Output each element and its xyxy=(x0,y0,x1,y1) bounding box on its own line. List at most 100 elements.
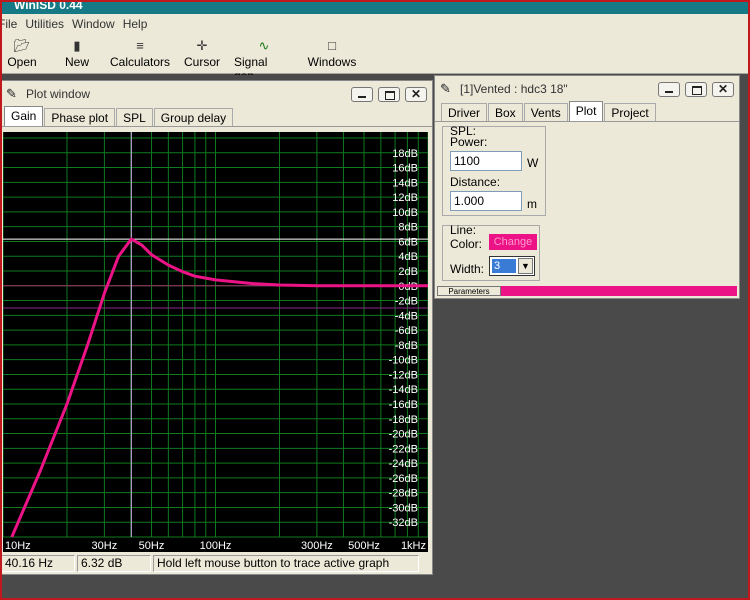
x-tick-label: 100Hz xyxy=(200,540,232,552)
power-label: Power: xyxy=(450,135,488,149)
plot-window: ✎ Plot window ✕ Gain Phase plot SPL Grou… xyxy=(0,80,433,575)
crosshair-cursor-icon: ✛ xyxy=(196,38,208,53)
y-tick-label: -20dB xyxy=(389,429,418,441)
status-gain: 6.32 dB xyxy=(77,554,151,572)
y-tick-label: -26dB xyxy=(389,473,418,485)
open-button-label: Open xyxy=(7,55,37,69)
width-select-value: 3 xyxy=(492,259,516,273)
x-tick-label: 10Hz xyxy=(5,540,31,552)
windows-button[interactable]: □ Windows xyxy=(306,38,358,72)
parameters-bar: Parameters xyxy=(437,286,737,296)
line-group-label: Line: xyxy=(450,223,477,237)
distance-label: Distance: xyxy=(450,175,501,189)
y-tick-label: 16dB xyxy=(392,163,418,175)
tab-phase-plot[interactable]: Phase plot xyxy=(44,108,116,126)
status-frequency: 40.16 Hz xyxy=(1,554,75,572)
power-unit: W xyxy=(527,156,539,170)
menu-utilities[interactable]: Utilities xyxy=(25,17,72,31)
y-tick-label: 8dB xyxy=(398,222,418,234)
distance-input[interactable]: 1.000 xyxy=(450,191,522,211)
open-folder-icon: 📂︎ xyxy=(13,38,31,53)
tab-gain[interactable]: Gain xyxy=(4,106,44,126)
close-button[interactable]: ✕ xyxy=(712,81,734,97)
minimize-button[interactable] xyxy=(351,86,373,102)
y-tick-label: -24dB xyxy=(389,458,418,470)
y-tick-label: -16dB xyxy=(389,399,418,411)
maximize-button[interactable] xyxy=(685,81,707,97)
menu-bar: File Utilities Window Help xyxy=(0,14,750,34)
y-tick-label: 12dB xyxy=(392,192,418,204)
y-tick-label: 18dB xyxy=(392,148,418,160)
y-tick-label: 10dB xyxy=(392,207,418,219)
project-window-title: [1]Vented : hdc3 18" xyxy=(460,82,568,96)
y-tick-label: -6dB xyxy=(395,325,418,337)
minimize-button[interactable] xyxy=(658,81,680,97)
calculator-icon: ≡ xyxy=(136,38,144,53)
menu-file[interactable]: File xyxy=(0,17,25,31)
y-tick-label: 2dB xyxy=(398,266,418,278)
x-tick-label: 300Hz xyxy=(301,540,333,552)
project-window-titlebar[interactable]: ✎ [1]Vented : hdc3 18" ✕ xyxy=(435,76,739,102)
window-icon: □ xyxy=(328,38,336,53)
color-label: Color: xyxy=(450,237,483,251)
calculators-button[interactable]: ≡ Calculators xyxy=(110,38,170,72)
tab-box[interactable]: Box xyxy=(488,103,523,121)
parameters-label: Parameters xyxy=(437,286,501,296)
tab-project[interactable]: Project xyxy=(604,103,656,121)
wrench-icon: ✎ xyxy=(6,86,17,101)
close-button[interactable]: ✕ xyxy=(405,86,427,102)
y-tick-label: -10dB xyxy=(389,355,418,367)
plot-statusbar: 40.16 Hz 6.32 dB Hold left mouse button … xyxy=(1,552,432,574)
y-tick-label: -22dB xyxy=(389,443,418,455)
y-tick-label: -14dB xyxy=(389,384,418,396)
tab-spl[interactable]: SPL xyxy=(116,108,153,126)
calculators-button-label: Calculators xyxy=(109,55,171,69)
y-tick-label: -28dB xyxy=(389,488,418,500)
tab-vents[interactable]: Vents xyxy=(523,103,568,121)
power-input[interactable]: 1100 xyxy=(450,151,522,171)
x-tick-label: 30Hz xyxy=(92,540,118,552)
windows-button-label: Windows xyxy=(307,55,357,69)
wrench-icon: ✎ xyxy=(440,81,451,96)
y-tick-label: -32dB xyxy=(389,517,418,529)
new-button-label: New xyxy=(64,55,89,69)
y-tick-label: -18dB xyxy=(389,414,418,426)
maximize-button[interactable] xyxy=(378,86,400,102)
gain-plot[interactable]: 18dB16dB14dB12dB10dB8dB6dB4dB2dB0dB-2dB-… xyxy=(3,132,428,552)
project-tabs: Driver Box Vents Plot Project xyxy=(435,101,739,122)
menu-help[interactable]: Help xyxy=(123,17,156,31)
tab-driver[interactable]: Driver xyxy=(441,103,487,121)
plot-tabs: Gain Phase plot SPL Group delay xyxy=(1,106,432,127)
plot-window-title: Plot window xyxy=(26,87,91,101)
new-document-icon: ▮ xyxy=(73,38,81,53)
x-tick-label: 500Hz xyxy=(348,540,380,552)
y-tick-label: -4dB xyxy=(395,310,418,322)
open-button[interactable]: 📂︎ Open xyxy=(0,38,44,72)
mdi-workspace: ✎ Plot window ✕ Gain Phase plot SPL Grou… xyxy=(0,75,750,600)
plot-window-titlebar[interactable]: ✎ Plot window ✕ xyxy=(1,81,432,107)
y-tick-label: -2dB xyxy=(395,296,418,308)
cursor-button-label: Cursor xyxy=(183,55,220,69)
signal-gen-button[interactable]: ∿ Signal gen. xyxy=(234,38,294,83)
sine-wave-icon: ∿ xyxy=(258,38,270,53)
project-window: ✎ [1]Vented : hdc3 18" ✕ Driver Box Vent… xyxy=(434,75,740,299)
spl-group: SPL: Power: 1100 W Distance: 1.000 m xyxy=(442,124,546,216)
y-tick-label: -12dB xyxy=(389,369,418,381)
app-titlebar: WinISD 0.44 xyxy=(0,0,750,14)
y-tick-label: -30dB xyxy=(389,502,418,514)
new-button[interactable]: ▮ New xyxy=(56,38,98,72)
change-color-button[interactable]: Change xyxy=(489,234,537,250)
y-tick-label: 6dB xyxy=(398,236,418,248)
tab-group-delay[interactable]: Group delay xyxy=(153,108,234,126)
main-toolbar: 📂︎ Open ▮ New ≡ Calculators ✛ Cursor ∿ S… xyxy=(0,34,750,83)
menu-window[interactable]: Window xyxy=(72,17,123,31)
y-tick-label: -8dB xyxy=(395,340,418,352)
y-tick-label: 4dB xyxy=(398,251,418,263)
cursor-button[interactable]: ✛ Cursor xyxy=(182,38,222,72)
status-hint: Hold left mouse button to trace active g… xyxy=(153,554,419,572)
width-select[interactable]: 3 ▼ xyxy=(489,256,535,276)
chevron-down-icon[interactable]: ▼ xyxy=(518,258,533,274)
distance-unit: m xyxy=(527,197,537,211)
app-title: WinISD 0.44 xyxy=(14,0,83,12)
tab-plot[interactable]: Plot xyxy=(568,101,604,121)
